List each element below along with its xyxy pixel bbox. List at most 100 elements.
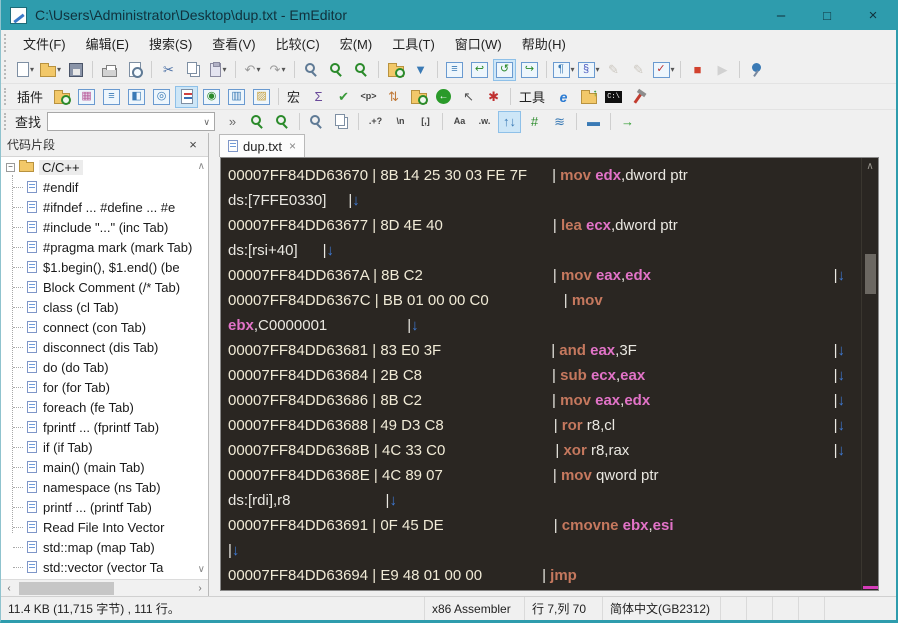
print-button[interactable] [98,59,121,81]
record-macro-button[interactable]: ■ [686,59,709,81]
plugin-search-button[interactable]: ◎ [150,86,173,108]
find-input[interactable] [47,112,215,131]
find-history-button[interactable] [330,111,353,133]
menubar-grip[interactable] [4,34,9,52]
count-matches-button[interactable]: # [523,111,546,133]
hscroll-thumb[interactable] [19,582,114,595]
plugin-word-complete-button[interactable]: ◧ [125,86,148,108]
find-next-button[interactable] [246,111,269,133]
hscroll-left-icon[interactable]: ‹ [1,583,17,594]
special-characters-button[interactable]: §▾ [577,59,600,81]
jump-next-button[interactable]: → [616,111,639,133]
wrap-none-button[interactable]: ≡ [443,59,466,81]
macro-find-folder-button[interactable] [407,86,430,108]
maximize-button[interactable]: □ [804,0,850,30]
combo-dropdown-icon[interactable]: ∨ [203,117,210,128]
menu-item-3[interactable]: 查看(V) [202,34,265,55]
tab-close-icon[interactable]: × [289,139,296,153]
find-previous-button[interactable] [271,111,294,133]
checkboxes-button[interactable]: ✓▾ [652,59,675,81]
editor-view[interactable]: 00007FF84DD63670 | 8B 14 25 30 03 FE 7F|… [220,157,879,591]
tree-scroll-down-icon[interactable]: ∨ [198,564,205,575]
cut-button[interactable]: ✂ [157,59,180,81]
snippet-item[interactable]: #endif [1,177,208,197]
snippet-folder-root[interactable]: −C/C++ [1,157,208,177]
find-previous-button[interactable] [350,59,373,81]
copy-button[interactable] [182,59,205,81]
snippet-item[interactable]: connect (con Tab) [1,317,208,337]
find-button[interactable] [300,59,323,81]
snippet-item[interactable]: namespace (ns Tab) [1,477,208,497]
snippets-close-button[interactable]: × [184,137,202,152]
tool-command-prompt-button[interactable]: C:\ [602,86,625,108]
hscroll-track[interactable] [17,580,192,596]
stamp-button[interactable]: ✎ [602,59,625,81]
undo-button[interactable]: ↶▾ [241,59,264,81]
tool-customize-button[interactable] [627,86,650,108]
stamp-select-button[interactable]: ✎ [627,59,650,81]
snippets-tree[interactable]: −C/C++#endif#ifndef ... #define ... #e#i… [1,156,208,579]
number-range-button[interactable]: [,] [414,111,437,133]
macro-select-ruler-button[interactable]: ↖ [457,86,480,108]
search-up-down-button[interactable]: ↑↓ [498,111,521,133]
snippet-item[interactable]: $1.begin(), $1.end() (be [1,257,208,277]
wrap-by-window-button[interactable]: ↺ [493,59,516,81]
editor-vertical-scrollbar[interactable]: ∧ [861,158,878,590]
snippet-item[interactable]: foreach (fe Tab) [1,397,208,417]
tool-browser-button[interactable]: e [552,86,575,108]
match-case-button[interactable]: Aa [448,111,471,133]
sidebar-horizontal-scrollbar[interactable]: ‹ › [1,579,208,596]
tool-open-folder-button[interactable] [577,86,600,108]
menu-item-6[interactable]: 工具(T) [382,34,445,55]
plugin-snippets-button[interactable] [175,86,198,108]
whole-word-button[interactable]: .w. [473,111,496,133]
menu-item-0[interactable]: 文件(F) [13,34,76,55]
run-macro-button[interactable]: ▶ [711,59,734,81]
snippet-item[interactable]: class (cl Tab) [1,297,208,317]
hscroll-right-icon[interactable]: › [192,583,208,594]
document-filter-button[interactable]: ▼ [409,59,432,81]
plugin-webpreview-button[interactable]: ◉ [200,86,223,108]
menu-item-8[interactable]: 帮助(H) [512,34,576,55]
findbar-grip[interactable] [4,113,9,129]
macro-check-button[interactable]: ✔ [332,86,355,108]
tab-dup-txt[interactable]: dup.txt × [219,134,305,157]
snippet-item[interactable]: do (do Tab) [1,357,208,377]
plugin-number-button[interactable]: ▨ [250,86,273,108]
snippet-item[interactable]: printf ... (printf Tab) [1,497,208,517]
find-dialog-button[interactable] [305,111,328,133]
wrap-by-page-button[interactable]: ↪ [518,59,541,81]
tree-scroll-up-icon[interactable]: ∧ [198,161,205,172]
snippet-item[interactable]: for (for Tab) [1,377,208,397]
inline-search-bar-button[interactable]: ▬ [582,111,605,133]
use-escape-button[interactable]: \n [389,111,412,133]
menu-item-5[interactable]: 宏(M) [330,34,383,55]
new-button[interactable]: ▾ [14,59,37,81]
macro-sum-button[interactable]: Σ [307,86,330,108]
menu-item-4[interactable]: 比较(C) [266,34,330,55]
menu-item-1[interactable]: 编辑(E) [76,34,139,55]
plugin-outline-button[interactable]: ≡ [100,86,123,108]
filter-lines-button[interactable]: ≋ [548,111,571,133]
toolbar-plugins-grip[interactable] [4,88,9,106]
editor-content[interactable]: 00007FF84DD63670 | 8B 14 25 30 03 FE 7F|… [221,158,861,590]
save-button[interactable] [64,59,87,81]
plugin-explorer-button[interactable] [50,86,73,108]
snippet-item[interactable]: disconnect (dis Tab) [1,337,208,357]
scroll-thumb[interactable] [865,254,876,294]
find-toolbar-chevron-button[interactable]: » [221,111,244,133]
toolbar-main-grip[interactable] [4,60,9,79]
plugin-compare-button[interactable]: ▥ [225,86,248,108]
menu-item-2[interactable]: 搜索(S) [139,34,202,55]
redo-button[interactable]: ↷▾ [266,59,289,81]
scroll-up-icon[interactable]: ∧ [862,161,878,172]
snippet-item[interactable]: Read File Into Vector [1,517,208,537]
pin-button[interactable] [745,59,768,81]
snippet-item[interactable]: fprintf ... (fprintf Tab) [1,417,208,437]
find-in-files-button[interactable] [384,59,407,81]
close-button[interactable]: × [850,0,896,30]
snippet-item[interactable]: Block Comment (/* Tab) [1,277,208,297]
show-marks-button[interactable]: ¶▾ [552,59,575,81]
use-regex-button[interactable]: .+? [364,111,387,133]
plugin-html-bar-button[interactable]: ▦ [75,86,98,108]
